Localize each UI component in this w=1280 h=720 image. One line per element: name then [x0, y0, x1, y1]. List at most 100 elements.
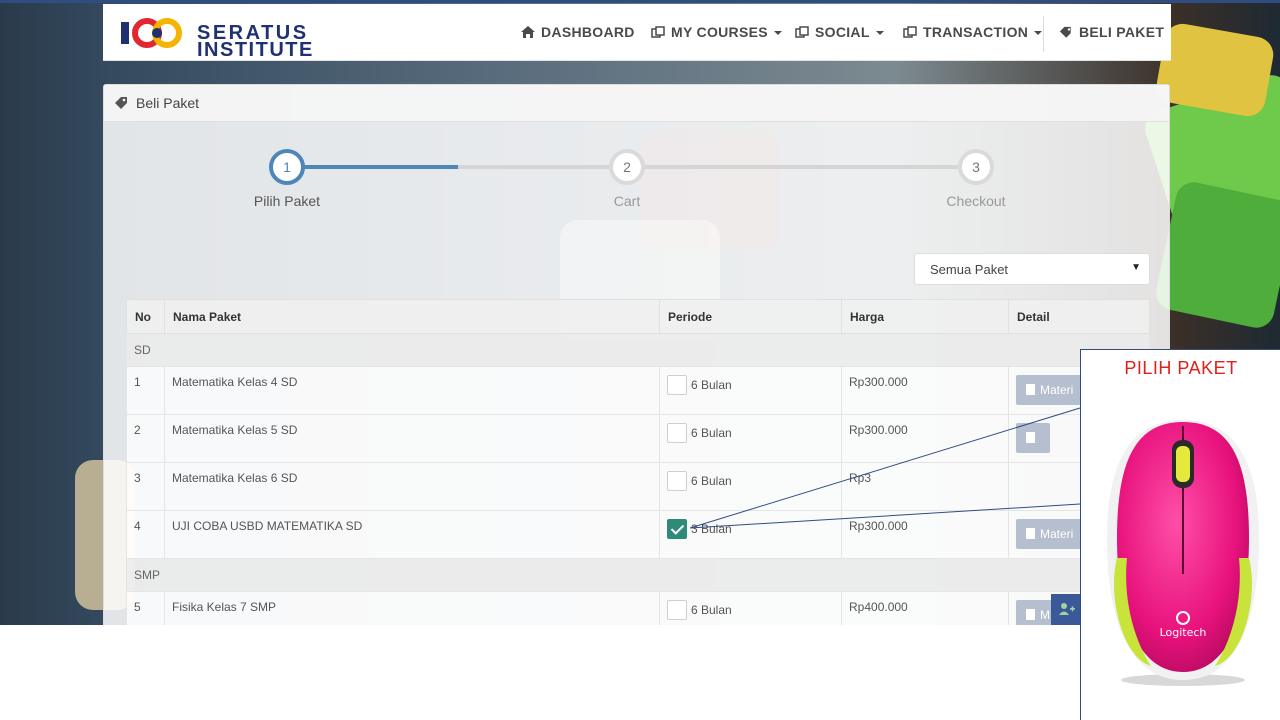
group-label: SMP	[126, 558, 1150, 592]
top-navbar: SERATUS INSTITUTE DASHBOARD MY COURSES S…	[103, 4, 1171, 61]
step-2-circle[interactable]: 2	[609, 149, 645, 185]
copy-icon	[795, 26, 809, 38]
nav-transaction-label: TRANSACTION	[923, 24, 1029, 40]
row-name: UJI COBA USBD MATEMATIKA SD	[164, 510, 660, 559]
step-1-label: Pilih Paket	[253, 193, 321, 209]
row-no: 4	[126, 510, 165, 559]
mouse-brand-label: Logitech	[1160, 626, 1207, 639]
step-line-progress	[304, 165, 458, 169]
row-name: Fisika Kelas 7 SMP	[164, 591, 660, 625]
col-header-no: No	[126, 299, 165, 334]
materi-button-label: M	[1040, 608, 1050, 622]
col-header-harga: Harga	[841, 299, 1009, 334]
periode-label: 6 Bulan	[691, 378, 732, 392]
step-3-label: Checkout	[946, 193, 1006, 209]
nav-social-label: SOCIAL	[815, 24, 870, 40]
row-harga: Rp300.000	[841, 510, 1009, 559]
step-1-number: 1	[283, 159, 291, 175]
periode-checkbox-checked[interactable]	[667, 519, 687, 539]
chevron-down-icon	[1034, 31, 1043, 35]
row-harga: Rp3	[841, 462, 1009, 511]
nav-social[interactable]: SOCIAL	[795, 24, 884, 40]
nav-dashboard-label: DASHBOARD	[541, 24, 635, 40]
periode-label: 6 Bulan	[691, 426, 732, 440]
chevron-down-icon	[773, 31, 782, 35]
col-header-detail: Detail	[1008, 299, 1150, 334]
document-icon	[1026, 528, 1035, 539]
nav-beli-paket-label: BELI PAKET	[1079, 24, 1165, 40]
periode-checkbox[interactable]	[667, 471, 687, 491]
table-row: 4 UJI COBA USBD MATEMATIKA SD 3 Bulan Rp…	[126, 510, 1150, 559]
table-row: 1 Matematika Kelas 4 SD 6 Bulan Rp300.00…	[126, 366, 1150, 415]
step-3-circle[interactable]: 3	[958, 149, 994, 185]
nav-dashboard[interactable]: DASHBOARD	[521, 24, 635, 40]
tag-icon	[1059, 26, 1071, 38]
bg-dice-yellow	[1153, 21, 1277, 119]
materi-button[interactable]: Materi	[1016, 375, 1084, 405]
copy-icon	[903, 26, 917, 38]
row-name: Matematika Kelas 6 SD	[164, 462, 660, 511]
add-user-button[interactable]	[1051, 594, 1081, 625]
row-harga: Rp300.000	[841, 414, 1009, 463]
table-header-row: No Nama Paket Periode Harga Detail	[126, 299, 1150, 334]
group-row-sd: SD	[126, 333, 1150, 367]
panel-title: Beli Paket	[136, 95, 200, 111]
group-row-smp: SMP	[126, 558, 1150, 592]
popup-title: PILIH PAKET	[1124, 358, 1238, 378]
select-arrow-icon: ▼	[1131, 262, 1141, 273]
periode-checkbox[interactable]	[667, 600, 687, 620]
beli-paket-panel: Beli Paket 1 Pilih Paket 2 Cart 3 Checko…	[103, 84, 1170, 625]
step-3-number: 3	[972, 159, 980, 175]
document-icon	[1026, 432, 1035, 443]
row-harga: Rp400.000	[841, 591, 1009, 625]
add-user-icon	[1059, 603, 1075, 615]
seratus-logo[interactable]: SERATUS INSTITUTE	[119, 14, 312, 60]
document-icon	[1026, 384, 1035, 395]
row-name: Matematika Kelas 5 SD	[164, 414, 660, 463]
nav-divider	[1043, 16, 1044, 52]
step-line-2-3	[644, 165, 974, 169]
step-1-circle[interactable]: 1	[269, 149, 305, 185]
row-periode: 6 Bulan	[659, 462, 842, 511]
periode-label: 6 Bulan	[691, 474, 732, 488]
panel-header: Beli Paket	[104, 85, 1169, 122]
periode-checkbox[interactable]	[667, 375, 687, 395]
tag-icon	[115, 97, 127, 109]
annotation-popup: PILIH PAKET Logitech	[1080, 349, 1280, 720]
table-row: 3 Matematika Kelas 6 SD 6 Bulan Rp3	[126, 462, 1150, 511]
table-row: 2 Matematika Kelas 5 SD 6 Bulan Rp300.00…	[126, 414, 1150, 463]
mouse-icon: Logitech	[1107, 420, 1259, 686]
col-header-periode: Periode	[659, 299, 842, 334]
materi-button-label: Materi	[1040, 383, 1074, 397]
row-no: 2	[126, 414, 165, 463]
row-periode: 6 Bulan	[659, 366, 842, 415]
nav-my-courses-label: MY COURSES	[671, 24, 768, 40]
top-accent-line	[0, 0, 1280, 3]
copy-icon	[651, 26, 665, 38]
home-icon	[521, 26, 535, 38]
periode-label: 6 Bulan	[691, 603, 732, 617]
materi-button[interactable]	[1016, 423, 1050, 453]
col-header-nama-paket: Nama Paket	[164, 299, 660, 334]
package-table: No Nama Paket Periode Harga Detail SD 1 …	[126, 299, 1150, 625]
nav-beli-paket[interactable]: BELI PAKET	[1059, 24, 1164, 40]
step-2-label: Cart	[613, 193, 641, 209]
materi-button[interactable]: Materi	[1016, 519, 1084, 549]
periode-checkbox[interactable]	[667, 423, 687, 443]
periode-label: 3 Bulan	[691, 522, 732, 536]
group-label: SD	[126, 333, 1150, 367]
brand-line-2: INSTITUTE	[197, 39, 314, 61]
row-no: 3	[126, 462, 165, 511]
row-no: 5	[126, 591, 165, 625]
row-no: 1	[126, 366, 165, 415]
row-periode: 6 Bulan	[659, 591, 842, 625]
row-name: Matematika Kelas 4 SD	[164, 366, 660, 415]
package-filter-select[interactable]: Semua Paket ▼	[914, 253, 1150, 285]
nav-my-courses[interactable]: MY COURSES	[651, 24, 782, 40]
materi-button-label: Materi	[1040, 527, 1074, 541]
step-2-number: 2	[623, 159, 631, 175]
nav-transaction[interactable]: TRANSACTION	[903, 24, 1043, 40]
row-harga: Rp300.000	[841, 366, 1009, 415]
chevron-down-icon	[875, 31, 884, 35]
row-periode: 6 Bulan	[659, 414, 842, 463]
